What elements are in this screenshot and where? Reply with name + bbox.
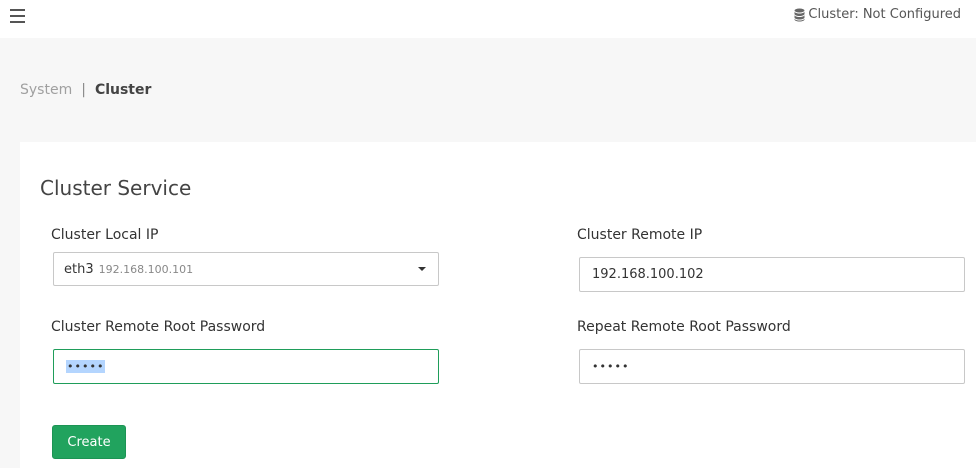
selected-interface: eth3 [64, 261, 94, 277]
cluster-service-panel: Cluster Service Cluster Local IP eth3 19… [20, 142, 976, 468]
remote-ip-input[interactable]: 192.168.100.102 [579, 257, 965, 292]
top-bar: Cluster: Not Configured [0, 0, 976, 38]
create-button[interactable]: Create [52, 425, 126, 459]
breadcrumb-current: Cluster [94, 82, 152, 98]
breadcrumb-system-link[interactable]: System [20, 82, 72, 98]
breadcrumb: System | Cluster [20, 82, 151, 98]
cluster-status: Cluster: Not Configured [794, 7, 961, 22]
cluster-status-text: Cluster: Not Configured [808, 7, 961, 22]
local-ip-label: Cluster Local IP [51, 227, 159, 243]
remote-ip-label: Cluster Remote IP [577, 227, 703, 243]
remote-password-value: ••••• [66, 360, 106, 373]
panel-title: Cluster Service [40, 176, 192, 200]
breadcrumb-separator: | [81, 82, 86, 98]
repeat-password-value: ••••• [592, 360, 630, 373]
local-ip-select[interactable]: eth3 192.168.100.101 [53, 252, 439, 286]
hamburger-menu-icon[interactable] [10, 9, 25, 23]
remote-ip-value: 192.168.100.102 [592, 267, 704, 282]
repeat-password-input[interactable]: ••••• [579, 349, 965, 384]
database-icon [794, 8, 805, 21]
chevron-down-icon [418, 267, 426, 271]
selected-interface-ip: 192.168.100.101 [98, 262, 194, 276]
remote-password-input[interactable]: ••••• [53, 349, 439, 384]
repeat-password-label: Repeat Remote Root Password [577, 319, 791, 335]
remote-password-label: Cluster Remote Root Password [51, 319, 266, 335]
